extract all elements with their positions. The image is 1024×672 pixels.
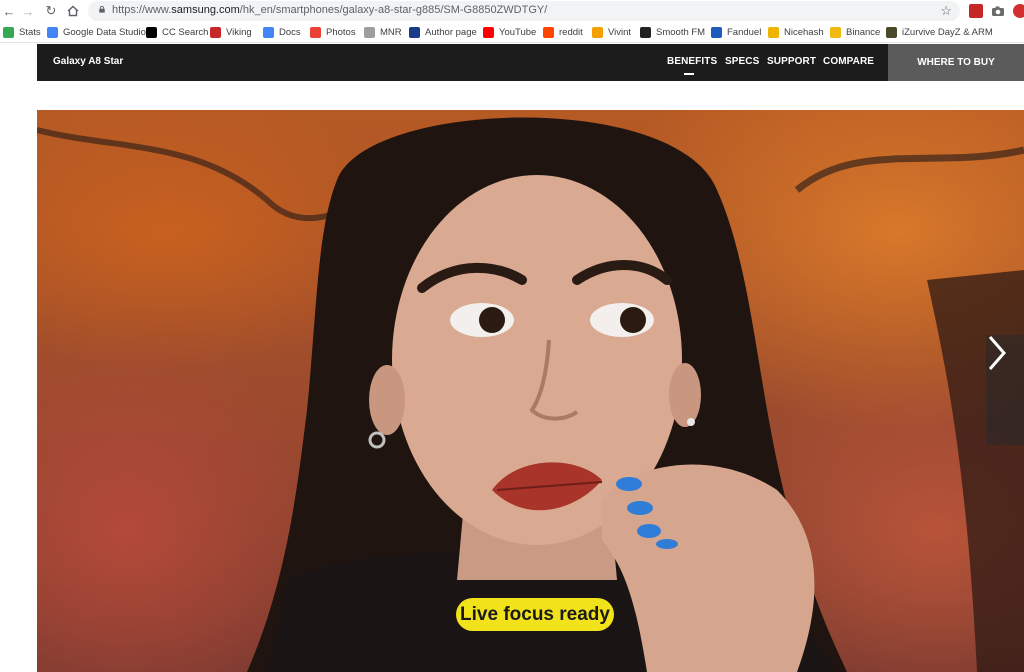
bookmark-label: CC Search <box>162 26 209 38</box>
bookmark-item[interactable]: Smooth FM <box>640 25 705 39</box>
where-to-buy-label: WHERE TO BUY <box>917 57 995 68</box>
nav-compare[interactable]: COMPARE <box>823 56 874 67</box>
bookmark-label: iZurvive DayZ & ARM <box>902 26 993 38</box>
docs-icon <box>263 26 274 38</box>
bookmark-item[interactable]: Stats <box>3 25 41 39</box>
bookmark-label: Nicehash <box>784 26 824 38</box>
product-name[interactable]: Galaxy A8 Star <box>53 56 123 67</box>
bookmark-item[interactable]: Author page <box>409 25 477 39</box>
site-navigation: Galaxy A8 Star BENEFITS SPECS SUPPORT CO… <box>37 44 1024 81</box>
extension-icon[interactable] <box>969 4 983 18</box>
bookmark-label: Stats <box>19 26 41 38</box>
photos-icon <box>310 26 321 38</box>
active-tab-indicator <box>684 73 694 75</box>
bookmark-item[interactable]: Google Data Studio <box>47 25 146 39</box>
bookmark-label: Docs <box>279 26 301 38</box>
bookmark-item[interactable]: Photos <box>310 25 356 39</box>
next-slide-button[interactable] <box>986 335 1024 445</box>
camera-icon[interactable] <box>991 4 1005 18</box>
bookmark-label: Photos <box>326 26 356 38</box>
bookmark-item[interactable]: Docs <box>263 25 301 39</box>
bookmark-item[interactable]: Nicehash <box>768 25 824 39</box>
bookmark-label: Vivint <box>608 26 632 38</box>
smooth-icon <box>640 26 651 38</box>
adblock-icon[interactable] <box>1013 4 1024 18</box>
url-text: https://www.samsung.com/hk_en/smartphone… <box>112 4 548 16</box>
nicehash-icon <box>768 26 779 38</box>
binance-icon <box>830 26 841 38</box>
fanduel-icon <box>711 26 722 38</box>
feature-caption: Live focus ready <box>456 598 614 631</box>
nav-specs[interactable]: SPECS <box>725 56 759 67</box>
bookmark-item[interactable]: CC Search <box>146 25 208 39</box>
bi-icon <box>409 26 420 38</box>
bookmark-item[interactable]: MNR <box>364 25 402 39</box>
lock-icon <box>99 6 105 13</box>
cc-icon <box>146 26 157 38</box>
bookmark-item[interactable]: reddit <box>543 25 583 39</box>
izurvive-icon <box>886 26 897 38</box>
address-bar[interactable]: https://www.samsung.com/hk_en/smartphone… <box>88 1 960 21</box>
bookmark-item[interactable]: Viking <box>210 25 252 39</box>
bookmarks-bar: Stats Google Data Studio CC Search Viking Do… <box>0 22 1024 43</box>
youtube-icon <box>483 26 494 38</box>
forward-icon[interactable]: → <box>19 2 37 20</box>
feature-caption-text: Live focus ready <box>460 603 610 625</box>
bookmark-label: Author page <box>425 26 477 38</box>
bookmark-label: Smooth FM <box>656 26 706 38</box>
bookmark-label: Fanduel <box>727 26 762 38</box>
home-icon[interactable] <box>64 2 82 20</box>
bi-icon <box>210 26 221 38</box>
data-studio-icon <box>47 26 58 38</box>
hero-banner: Live focus ready <box>37 110 1024 672</box>
bookmark-item[interactable]: YouTube <box>483 25 536 39</box>
reddit-icon <box>543 26 554 38</box>
back-icon[interactable]: ← <box>0 2 18 20</box>
where-to-buy-button[interactable]: WHERE TO BUY <box>888 44 1024 81</box>
drive-icon <box>3 26 14 38</box>
bookmark-item[interactable]: Vivint <box>592 25 631 39</box>
browser-toolbar: ← → ↻ https://www.samsung.com/hk_en/smar… <box>0 0 1024 22</box>
nav-benefits[interactable]: BENEFITS <box>667 56 717 67</box>
chevron-right-icon <box>988 336 1006 370</box>
bookmark-label: YouTube <box>499 26 537 38</box>
vivint-icon <box>592 26 603 38</box>
bookmark-item[interactable]: Binance <box>830 25 880 39</box>
page-icon <box>364 26 375 38</box>
bookmark-item[interactable]: iZurvive DayZ & ARM <box>886 25 993 39</box>
reload-icon[interactable]: ↻ <box>42 2 60 20</box>
bookmark-label: Viking <box>226 26 252 38</box>
bookmark-label: reddit <box>559 26 583 38</box>
hero-photo <box>37 117 1024 672</box>
bookmark-label: Binance <box>846 26 881 38</box>
bookmark-label: Google Data Studio <box>63 26 146 38</box>
bookmark-star-icon[interactable]: ☆ <box>940 3 952 19</box>
bookmark-label: MNR <box>380 26 402 38</box>
bookmark-item[interactable]: Fanduel <box>711 25 761 39</box>
nav-support[interactable]: SUPPORT <box>767 56 816 67</box>
